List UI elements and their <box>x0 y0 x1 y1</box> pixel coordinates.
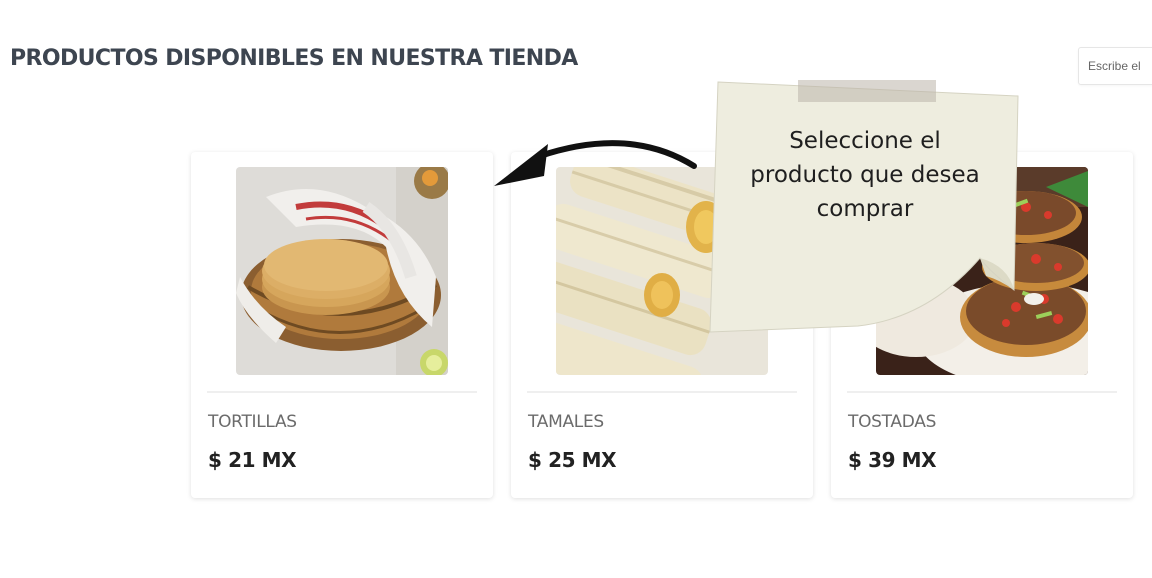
product-price: $ 25 MX <box>528 448 617 472</box>
sticky-note-text: Seleccione el producto que desea comprar <box>725 124 1005 226</box>
card-divider <box>207 391 477 393</box>
product-name: TORTILLAS <box>208 412 297 432</box>
product-price: $ 39 MX <box>848 448 937 472</box>
tape-strip <box>798 80 936 102</box>
page-title: PRODUCTOS DISPONIBLES EN NUESTRA TIENDA <box>10 46 578 71</box>
card-divider <box>847 391 1117 393</box>
product-price: $ 21 MX <box>208 448 297 472</box>
search-input[interactable] <box>1079 48 1152 84</box>
product-name: TOSTADAS <box>848 412 937 432</box>
card-divider <box>527 391 797 393</box>
search-box[interactable] <box>1078 47 1152 85</box>
note-line: Seleccione el <box>789 128 941 154</box>
product-name: TAMALES <box>528 412 604 432</box>
product-image-tortillas[interactable] <box>236 167 448 375</box>
note-line: comprar <box>816 196 914 222</box>
product-card-tortillas[interactable]: TORTILLAS $ 21 MX <box>191 152 493 498</box>
curved-arrow-left-icon <box>494 140 697 186</box>
note-line: producto que desea <box>750 162 980 188</box>
